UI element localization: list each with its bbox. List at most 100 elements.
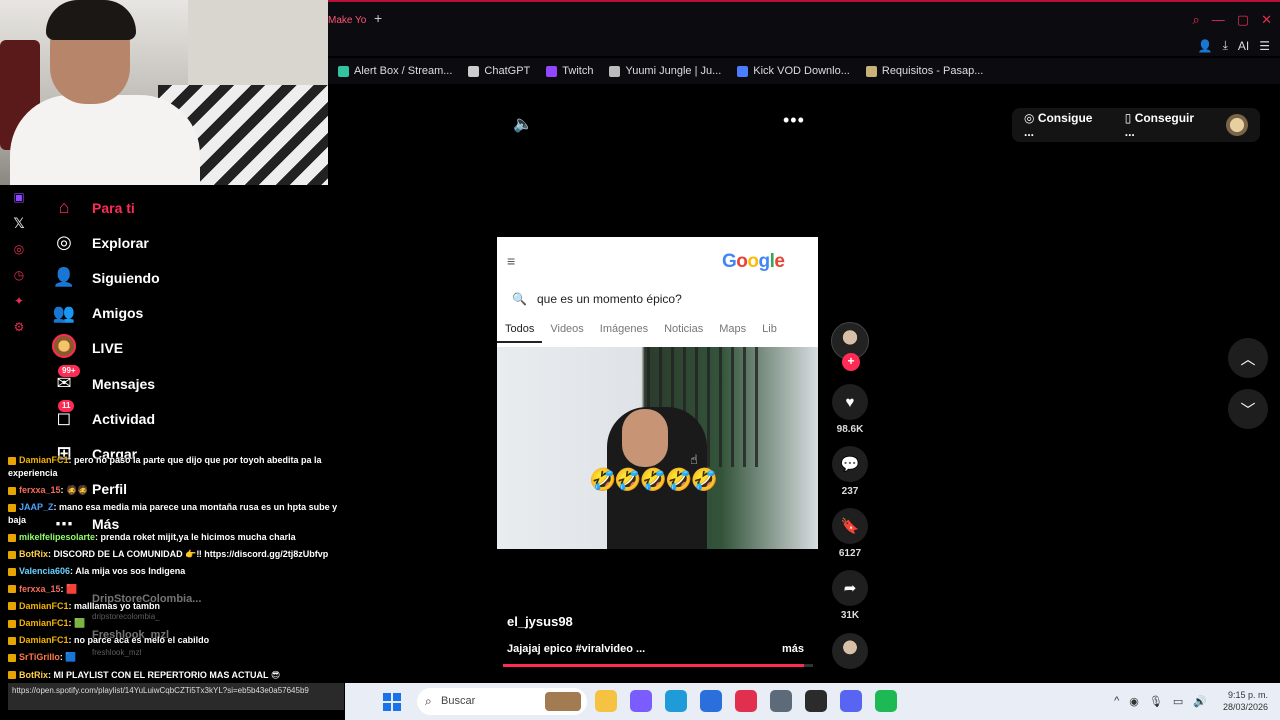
live-icon — [50, 333, 78, 363]
chat-username[interactable]: BotRix — [19, 549, 48, 559]
video-author[interactable]: el_jysus98 — [507, 614, 573, 629]
video-progress-bar[interactable] — [503, 664, 813, 667]
file-explorer-icon[interactable] — [595, 690, 617, 712]
video-player[interactable]: ≡ Google 🔍 que es un momento épico? Todo… — [497, 237, 818, 549]
search-icon[interactable]: ⌕ — [1193, 12, 1200, 28]
comment-icon: 💬 — [840, 456, 860, 473]
network-icon[interactable]: ◉ — [1129, 695, 1139, 708]
bookmark-item[interactable]: Requisitos - Pasap... — [865, 65, 984, 77]
nav-item-compass[interactable]: ◎ Explorar — [50, 225, 320, 260]
target-icon[interactable]: ◎ — [14, 241, 24, 257]
suggested-account-name[interactable]: Freshlook_mzl — [92, 626, 201, 644]
bookmark-icon: 🔖 — [840, 518, 860, 535]
clock-icon[interactable]: ◷ — [14, 267, 24, 283]
save-button[interactable]: 🔖 — [832, 508, 868, 544]
bookmark-label: Twitch — [562, 65, 594, 77]
previous-video-button[interactable]: ︿ — [1228, 338, 1268, 378]
store-icon[interactable] — [700, 690, 722, 712]
chat-username[interactable]: BotRix — [19, 670, 48, 680]
notification-badge: 11 — [58, 400, 75, 413]
chat-username[interactable]: DamianFC1 — [19, 601, 69, 611]
chat-username[interactable]: ferxxa_15 — [19, 584, 61, 594]
chat-badge-icon — [8, 551, 16, 560]
nav-item-following[interactable]: 👤 Siguiendo — [50, 260, 320, 295]
left-icon-rail: ▣ 𝕏 ◎ ◷ ✦ ⚙ — [0, 185, 38, 450]
copilot-icon[interactable] — [630, 690, 652, 712]
bookmark-item[interactable]: Yuumi Jungle | Ju... — [609, 65, 721, 77]
search-highlight-image — [545, 692, 581, 711]
chat-username[interactable]: mikelfelipesolarte — [19, 532, 95, 542]
music-disc[interactable] — [832, 633, 868, 669]
see-more-link[interactable]: más — [782, 643, 804, 655]
chat-text: : Ala mija vos sos Indigena — [70, 566, 186, 577]
creator-avatar[interactable]: + — [831, 322, 869, 371]
nav-item-friends[interactable]: 👥 Amigos — [50, 296, 320, 331]
minimize-icon[interactable]: — — [1212, 12, 1225, 28]
window-controls: ⌕ — ▢ ✕ — [1193, 12, 1272, 28]
puzzle-icon[interactable]: ✦ — [14, 293, 24, 309]
nav-item-label: Actividad — [92, 410, 156, 427]
account-icon[interactable]: 👤 — [1198, 39, 1213, 53]
get-coins-button[interactable]: ◎ Consigue ... — [1024, 111, 1105, 139]
discord-icon[interactable] — [840, 690, 862, 712]
chat-text: : 🟥 — [60, 583, 78, 594]
chat-username[interactable]: Valencia606 — [19, 566, 70, 576]
activity-icon: ◻ 11 — [50, 400, 78, 429]
microphone-icon[interactable]: 🎙 — [1149, 695, 1163, 708]
next-video-button[interactable]: ﹀ — [1228, 389, 1268, 429]
volume-icon[interactable]: 🔊 — [1193, 695, 1207, 708]
display-icon[interactable]: ▭ — [1173, 695, 1183, 708]
x-icon[interactable]: 𝕏 — [13, 215, 24, 231]
bookmark-item[interactable]: Twitch — [546, 65, 593, 77]
comment-button[interactable]: 💬 — [832, 446, 868, 482]
like-count: 98.6K — [836, 424, 864, 435]
chat-username[interactable]: JAAP_Z — [19, 502, 54, 512]
chat-username[interactable]: ferxxa_15 — [19, 485, 61, 495]
windows-start-icon[interactable] — [383, 693, 401, 711]
browser-tab[interactable]: Make Yo — [328, 8, 374, 32]
search-icon: ⌕ — [425, 694, 432, 708]
laughing-emojis: 🤣🤣🤣🤣🤣 — [589, 467, 718, 492]
chatgpt-icon — [468, 65, 480, 77]
webcam-streamer-hair — [46, 0, 136, 40]
suggested-account-name[interactable]: DripStoreColombia... — [92, 590, 201, 608]
google-query: que es un momento épico? — [537, 292, 682, 306]
follow-button[interactable]: + — [842, 353, 860, 371]
settings-icon[interactable]: ⚙ — [14, 319, 25, 335]
volume-icon[interactable]: 🔈 — [513, 114, 533, 134]
download-icon[interactable]: ⤓ — [1223, 38, 1228, 53]
camera-icon[interactable] — [770, 690, 792, 712]
menu-icon[interactable]: ☰ — [1259, 39, 1270, 53]
chat-username[interactable]: DamianFC1 — [19, 618, 69, 628]
maximize-icon[interactable]: ▢ — [1237, 12, 1249, 28]
chat-username[interactable]: DamianFC1 — [19, 635, 69, 645]
passport-icon — [865, 65, 877, 77]
get-app-button[interactable]: ▯ Conseguir ... — [1125, 111, 1207, 139]
taskbar-clock[interactable]: 9:15 p. m. 28/03/2026 — [1223, 689, 1268, 713]
bookmark-label: Requisitos - Pasap... — [881, 65, 984, 77]
share-button[interactable]: ➦ — [832, 570, 868, 606]
ai-button[interactable]: AI — [1238, 39, 1249, 53]
nav-item-home[interactable]: ⌂ Para ti — [50, 190, 320, 225]
chat-username[interactable]: SrTiGrillo — [19, 652, 60, 662]
close-icon[interactable]: ✕ — [1261, 12, 1272, 28]
nav-item-live[interactable]: LIVE — [50, 331, 320, 366]
taskbar-search[interactable]: ⌕ Buscar — [417, 688, 587, 715]
twitch-icon[interactable]: ▣ — [13, 189, 24, 205]
chat-username[interactable]: DamianFC1 — [19, 455, 69, 465]
obs-icon[interactable] — [805, 690, 827, 712]
nav-item-messages[interactable]: ✉ 99+ Mensajes — [50, 365, 320, 401]
nav-item-activity[interactable]: ◻ 11 Actividad — [50, 400, 320, 436]
user-avatar[interactable] — [1226, 114, 1248, 136]
edge-icon[interactable] — [665, 690, 687, 712]
video-caption: Jajajaj epico #viralvideo ... — [507, 643, 646, 655]
opera-icon[interactable] — [735, 690, 757, 712]
more-options-icon[interactable]: ••• — [783, 110, 805, 131]
chevron-up-icon[interactable]: ^ — [1114, 695, 1119, 707]
like-button[interactable]: ♥ — [832, 384, 868, 420]
bookmark-item[interactable]: Kick VOD Downlo... — [737, 65, 850, 77]
bookmark-item[interactable]: ChatGPT — [468, 65, 530, 77]
spotify-icon[interactable] — [875, 690, 897, 712]
bookmark-item[interactable]: Alert Box / Stream... — [338, 65, 452, 77]
new-tab-button[interactable]: + — [374, 10, 382, 26]
